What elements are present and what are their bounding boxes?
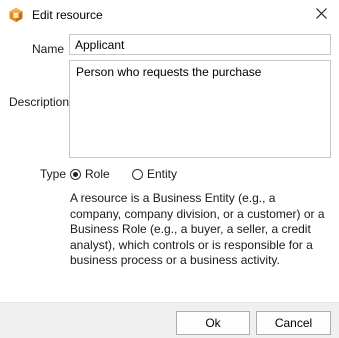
description-field[interactable]: Person who requests the purchase xyxy=(69,60,331,158)
type-label: Type xyxy=(40,167,67,181)
type-radio-role[interactable]: Role xyxy=(70,166,110,182)
button-bar: Ok Cancel xyxy=(0,302,339,338)
name-field[interactable] xyxy=(69,34,331,55)
description-label: Description xyxy=(9,95,70,109)
resource-help-text: A resource is a Business Entity (e.g., a… xyxy=(70,191,325,267)
title-bar: Edit resource xyxy=(0,0,339,30)
radio-checked-icon xyxy=(70,168,81,180)
edit-resource-dialog: Edit resource Name Description Person wh… xyxy=(0,0,339,338)
close-icon xyxy=(315,8,327,22)
type-radio-entity[interactable]: Entity xyxy=(132,166,177,182)
type-entity-label: Entity xyxy=(147,167,178,181)
app-icon xyxy=(8,7,24,23)
type-role-label: Role xyxy=(85,167,110,181)
dialog-title: Edit resource xyxy=(32,8,103,22)
cancel-button[interactable]: Cancel xyxy=(256,311,331,335)
close-button[interactable] xyxy=(309,4,333,26)
radio-unchecked-icon xyxy=(132,168,143,180)
name-label: Name xyxy=(32,42,65,56)
ok-button[interactable]: Ok xyxy=(176,311,250,335)
